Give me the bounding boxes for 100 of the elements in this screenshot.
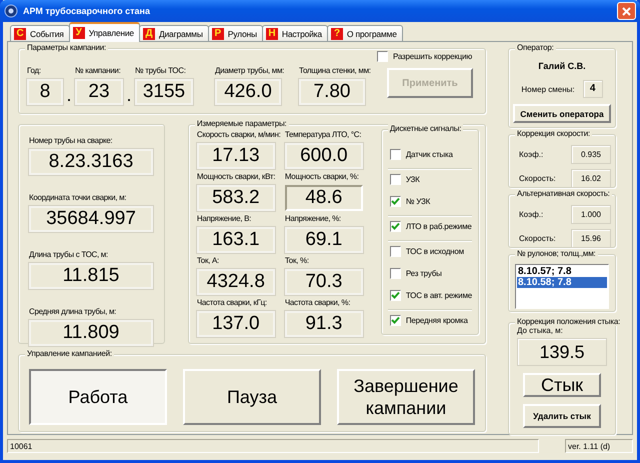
field-label: До стыка, м: — [517, 326, 563, 335]
value-field: 23 — [75, 79, 123, 105]
field-label: № кампании: — [75, 65, 120, 76]
value-field: 600.0 — [284, 143, 363, 169]
value-field: 70.3 — [284, 269, 363, 295]
checkbox-label: ТОС в авт. режиме — [406, 291, 472, 300]
app-icon — [4, 4, 18, 18]
checkbox[interactable] — [390, 268, 401, 279]
checkbox-label: ТОС в исходном — [406, 247, 464, 256]
close-button[interactable] — [617, 2, 636, 20]
value-field: 0.935 — [571, 145, 611, 164]
field-label: Мощность сварки, %: — [284, 171, 359, 182]
change-operator-button[interactable]: Сменить оператора — [513, 104, 611, 123]
value-field: 163.1 — [196, 227, 275, 253]
status-panel: 10061 — [7, 439, 539, 453]
value-field: 11.815 — [29, 263, 153, 289]
tab[interactable]: Р Рулоны — [208, 25, 263, 41]
value-field: 426.0 — [215, 79, 281, 105]
joint-button[interactable]: Стык — [523, 373, 601, 397]
value-field: 15.96 — [571, 229, 611, 248]
group-title: Измеряемые параметры: — [194, 119, 289, 128]
operator-name: Галий С.В. — [538, 61, 586, 71]
campaign-button[interactable]: Работа — [29, 369, 167, 425]
value-field: 35684.997 — [29, 206, 153, 232]
campaign-button[interactable]: Пауза — [183, 369, 321, 425]
separator-dot: . — [65, 85, 72, 105]
tab[interactable]: Н Настройка — [262, 25, 328, 41]
field-label: Номер трубы на сварке: — [29, 135, 112, 146]
group-title: Параметры кампании: — [25, 43, 108, 52]
tab-icon: Н — [266, 28, 278, 40]
checkbox-label: № УЗК — [406, 197, 430, 206]
value-field: 69.1 — [284, 227, 363, 253]
separator-dot: . — [125, 85, 132, 105]
checkbox[interactable] — [390, 246, 401, 257]
checkbox[interactable] — [390, 221, 401, 232]
field-label: Длина трубы с ТОС, м: — [29, 249, 108, 260]
field-label: Мощность сварки, кВт: — [196, 171, 276, 182]
tab[interactable]: Д Диаграммы — [138, 25, 209, 41]
value-field: 4324.8 — [196, 269, 275, 295]
tab-icon: Д — [142, 28, 155, 40]
tab-icon: С — [14, 28, 26, 40]
field-label: Температура ЛТО, °С: — [284, 129, 362, 140]
value-field: 11.809 — [29, 320, 153, 346]
field-label: Средняя длина трубы, м: — [29, 306, 116, 317]
field-label: Напряжение, В: — [196, 213, 252, 224]
value-field: 139.5 — [517, 338, 607, 366]
checkbox[interactable] — [377, 51, 388, 62]
checkbox[interactable] — [390, 174, 401, 185]
group-title: Коррекция положения стыка: — [515, 317, 622, 326]
field-label: Ток, %: — [284, 255, 309, 266]
value-field: 8.23.3163 — [29, 149, 153, 175]
shift-field: 4 — [582, 80, 603, 98]
checkbox-label: Передняя кромка — [406, 316, 468, 325]
group-title: № рулонов; толщ.,мм: — [515, 249, 598, 258]
group-title: Дискетные сигналы: — [388, 124, 464, 133]
roll-list[interactable]: 8.10.57; 7.8 8.10.58; 7.8 — [515, 264, 609, 309]
tab-icon: Р — [212, 28, 224, 40]
value-field: 48.6 — [284, 185, 363, 211]
window-title: АРМ трубосварочного стана — [23, 6, 151, 16]
checkbox[interactable] — [390, 196, 401, 207]
checkbox-label: ЛТО в раб.режиме — [406, 222, 472, 231]
field-label: Коэф.: — [519, 150, 544, 159]
checkbox-label: Рез трубы — [406, 269, 442, 278]
field-label: Коэф.: — [519, 210, 544, 219]
value-field: 583.2 — [196, 185, 275, 211]
list-item[interactable]: 8.10.58; 7.8 — [517, 277, 607, 288]
tab-icon: У — [72, 27, 85, 39]
tab[interactable]: У Управление — [68, 22, 140, 42]
checkbox[interactable] — [390, 315, 401, 326]
joint-button[interactable]: Удалить стык — [523, 404, 601, 428]
group-title: Оператор: — [515, 43, 556, 52]
close-icon — [621, 6, 632, 16]
field-label: Диаметр трубы, мм: — [215, 65, 284, 76]
checkbox[interactable] — [390, 149, 401, 160]
value-field: 8 — [27, 79, 63, 105]
field-label: Толщина стенки, мм: — [299, 65, 371, 76]
field-label: Частота сварки, %: — [284, 297, 350, 308]
status-panel: ver. 1.11 (d) — [565, 439, 633, 453]
field-label: Напряжение, %: — [284, 213, 341, 224]
checkbox-label: Датчик стыка — [406, 150, 453, 159]
value-field: 1.000 — [571, 205, 611, 224]
field-label: № трубы ТОС: — [135, 65, 186, 76]
checkbox-label: УЗК — [406, 175, 420, 184]
tab[interactable]: ? О программе — [326, 25, 403, 41]
value-field: 17.13 — [196, 143, 275, 169]
list-item[interactable]: 8.10.57; 7.8 — [517, 266, 607, 277]
tab-icon: ? — [330, 28, 343, 40]
group-title: Управление кампанией: — [25, 349, 114, 358]
checkbox[interactable] — [390, 290, 401, 301]
tab[interactable]: С События — [10, 25, 70, 41]
field-label: Ток, А: — [196, 255, 219, 266]
value-field: 3155 — [135, 79, 193, 105]
field-label: Скорость: — [519, 234, 556, 243]
field-label: Координата точки сварки, м: — [29, 192, 126, 203]
field-label: Частота сварки, кГц: — [196, 297, 267, 308]
group-title: Альтернативная скорость: — [515, 189, 612, 198]
value-field: 16.02 — [571, 169, 611, 188]
value-field: 91.3 — [284, 311, 363, 337]
campaign-button[interactable]: Завершение кампании — [337, 369, 475, 425]
field-label: Скорость: — [519, 174, 556, 183]
